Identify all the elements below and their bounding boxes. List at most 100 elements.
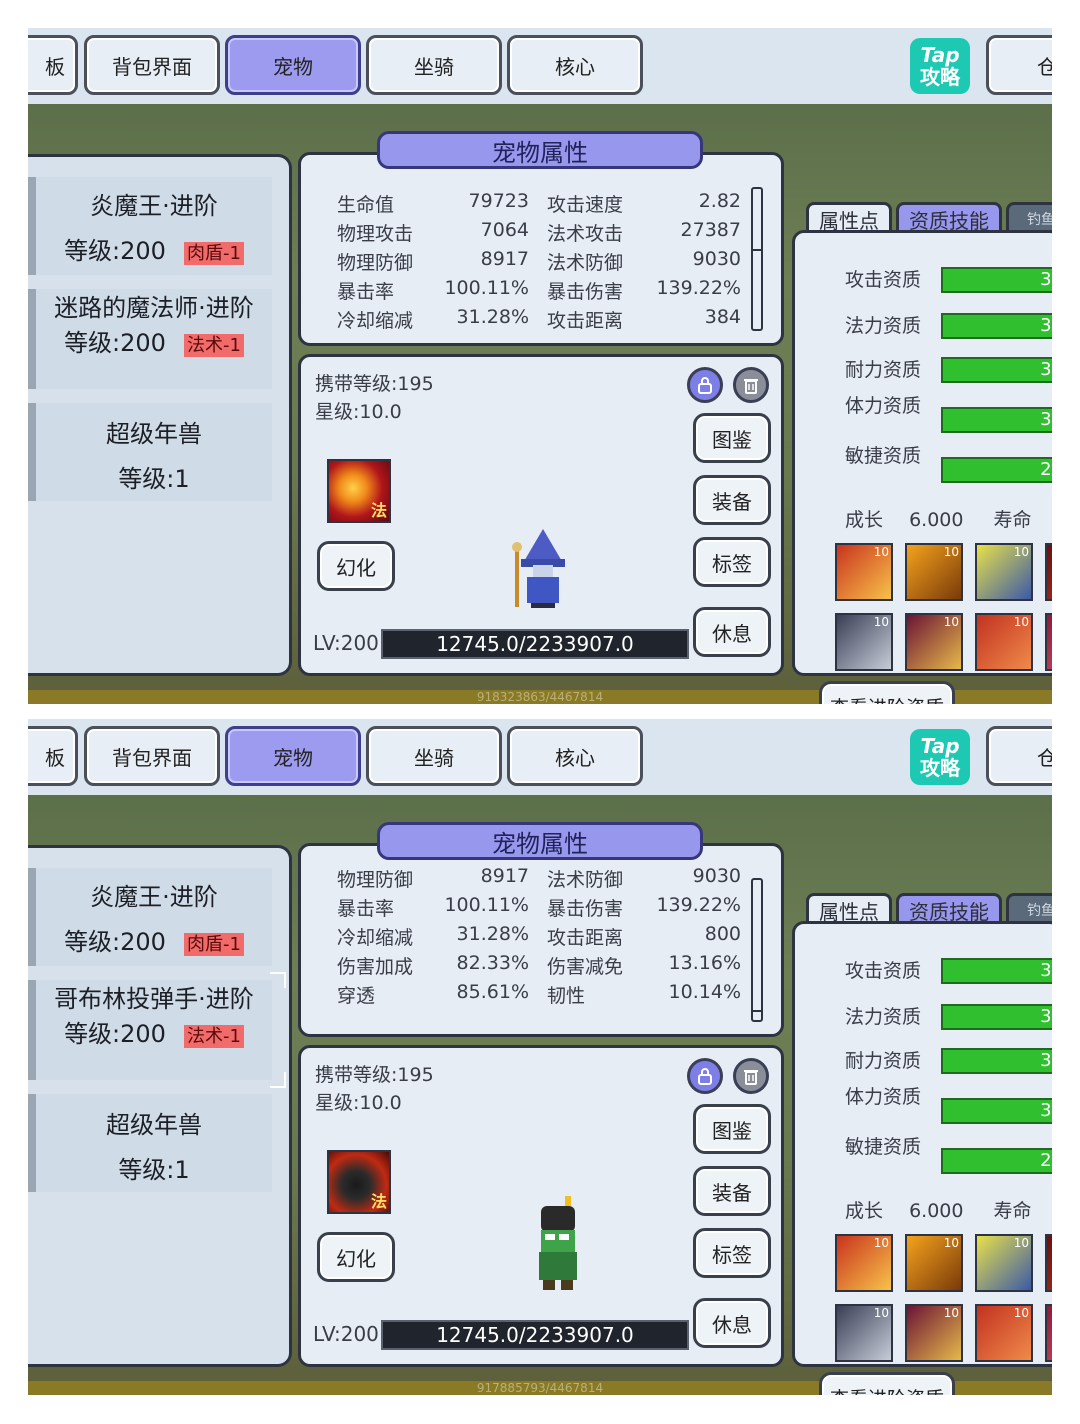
stat-value: 8917 [480, 865, 529, 887]
stat-row: 生命值 79723 攻击速度 2.82 [337, 190, 745, 219]
aptitude-label: 攻击资质 [845, 269, 922, 291]
skill-level-number: 10 [943, 545, 959, 559]
stats-scroll-thumb[interactable] [751, 189, 763, 251]
armored-knight-skill-icon[interactable]: 10 [975, 1234, 1033, 1292]
golden-warrior-skill-icon[interactable]: 10 [905, 543, 963, 601]
wizard-pet-icon [512, 529, 565, 608]
stat-row: 冷却缩减 31.28% 攻击距离 800 [337, 923, 745, 952]
stat-label: 韧性 [547, 985, 586, 1007]
pet-skill-icon[interactable]: 法 [327, 459, 391, 523]
tab-pet[interactable]: 宠物 [225, 35, 361, 95]
red-skill-icon[interactable] [1045, 543, 1052, 601]
stat-label: 暴击率 [337, 898, 395, 920]
growth-label: 成长 [845, 509, 884, 531]
tab-pet[interactable]: 宠物 [225, 726, 361, 786]
fire-beast-skill-icon[interactable]: 10 [835, 1234, 893, 1292]
tab-mount[interactable]: 坐骑 [366, 726, 502, 786]
rest-button[interactable]: 休息 [693, 607, 771, 657]
tab-warehouse[interactable]: 仓 [986, 726, 1052, 786]
pet-list-item-selected[interactable]: 迷路的魔法师·进阶 等级:200 法术-1 [28, 289, 272, 389]
lock-button[interactable] [687, 1058, 723, 1094]
flame-sword-skill-icon[interactable]: 10 [975, 613, 1033, 671]
pet-list-item[interactable]: 超级年兽 等级:1 [28, 403, 272, 501]
flame-sword-skill-icon[interactable]: 10 [975, 1304, 1033, 1362]
tab-mount[interactable]: 坐骑 [366, 35, 502, 95]
tag-button[interactable]: 标签 [693, 1228, 771, 1278]
carry-level: 携带等级:195 [315, 1064, 434, 1086]
stat-label: 生命值 [337, 194, 395, 216]
stat-value: 800 [704, 923, 741, 945]
aptitude-bar: 34 [941, 1004, 1052, 1030]
star-level: 星级:10.0 [315, 1092, 402, 1114]
crimson-skill-icon[interactable] [1045, 1304, 1052, 1362]
stat-label: 冷却缩减 [337, 927, 414, 949]
top-tab-bar: 板 背包界面 宠物 坐骑 核心 Tap 攻略 仓 [28, 719, 1052, 795]
stat-value: 31.28% [456, 306, 529, 328]
tap-guide-logo[interactable]: Tap 攻略 [910, 729, 970, 785]
codex-button[interactable]: 图鉴 [693, 413, 771, 463]
skill-level-number: 10 [1013, 615, 1029, 629]
pet-sprite [527, 1196, 587, 1300]
tab-warehouse[interactable]: 仓 [986, 35, 1052, 95]
tab-panel[interactable]: 板 [28, 35, 78, 95]
tab-core[interactable]: 核心 [507, 35, 643, 95]
rest-button[interactable]: 休息 [693, 1298, 771, 1348]
wing-crest-skill-icon[interactable]: 10 [905, 1304, 963, 1362]
wing-crest-skill-icon[interactable]: 10 [905, 613, 963, 671]
growth-value: 6.000 [909, 509, 964, 531]
illusion-button[interactable]: 幻化 [317, 1232, 395, 1282]
delete-button[interactable] [733, 1058, 769, 1094]
stats-scroll-thumb[interactable] [751, 950, 763, 1012]
skill-level-number: 10 [943, 615, 959, 629]
pet-list-item-selected[interactable]: 哥布林投弹手·进阶 等级:200 法术-1 [28, 972, 286, 1088]
stat-label: 穿透 [337, 985, 376, 1007]
view-advanced-aptitude-button[interactable]: 查看进阶资质 [819, 1372, 955, 1395]
red-skill-icon[interactable] [1045, 1234, 1052, 1292]
armored-knight-skill-icon[interactable]: 10 [975, 543, 1033, 601]
shield-wall-skill-icon[interactable]: 10 [835, 613, 893, 671]
tab-panel[interactable]: 板 [28, 726, 78, 786]
pet-list-item[interactable]: 超级年兽 等级:1 [28, 1094, 272, 1192]
tab-core[interactable]: 核心 [507, 726, 643, 786]
stats-scrollbar[interactable] [751, 187, 763, 331]
illusion-button[interactable]: 幻化 [317, 541, 395, 591]
delete-button[interactable] [733, 367, 769, 403]
golden-warrior-skill-icon[interactable]: 10 [905, 1234, 963, 1292]
codex-button[interactable]: 图鉴 [693, 1104, 771, 1154]
tap-guide-logo[interactable]: Tap 攻略 [910, 38, 970, 94]
aptitude-label: 体力资质 [845, 1086, 922, 1108]
tag-button[interactable]: 标签 [693, 537, 771, 587]
tab-bag[interactable]: 背包界面 [84, 35, 220, 95]
pet-skill-icon[interactable]: 法 [327, 1150, 391, 1214]
stat-value: 79723 [468, 190, 529, 212]
crimson-skill-icon[interactable] [1045, 613, 1052, 671]
equipment-button[interactable]: 装备 [693, 1166, 771, 1216]
aptitude-row: 攻击资质 32 [795, 261, 1052, 301]
aptitude-bar: 31 [941, 1048, 1052, 1074]
pet-list-panel: 炎魔王·进阶 等级:200 肉盾-1 迷路的魔法师·进阶 等级:200 法术-1 超… [28, 154, 292, 676]
equipment-button[interactable]: 装备 [693, 475, 771, 525]
tab-bag[interactable]: 背包界面 [84, 726, 220, 786]
stat-value: 27387 [680, 219, 741, 241]
skill-level-number: 10 [873, 545, 889, 559]
aptitude-row: 法力资质 34 [795, 998, 1052, 1038]
view-advanced-aptitude-button[interactable]: 查看进阶资质 [819, 681, 955, 704]
shield-wall-skill-icon[interactable]: 10 [835, 1304, 893, 1362]
pet-attributes-title: 宠物属性 [377, 822, 703, 860]
pet-name: 炎魔王·进阶 [90, 883, 218, 911]
skill-level-number: 10 [1013, 1236, 1029, 1250]
aptitude-label: 敏捷资质 [845, 445, 922, 467]
stats-scrollbar[interactable] [751, 878, 763, 1022]
screenshot-wizard: 板 背包界面 宠物 坐骑 核心 Tap 攻略 仓 918323863/44678… [28, 28, 1052, 704]
stat-label: 暴击率 [337, 281, 395, 303]
stat-row: 物理防御 8917 法术防御 9030 [337, 248, 745, 277]
pet-list-item[interactable]: 炎魔王·进阶 等级:200 肉盾-1 [28, 177, 272, 275]
aptitude-row: 耐力资质 31 [795, 351, 1052, 391]
fire-beast-skill-icon[interactable]: 10 [835, 543, 893, 601]
lock-icon [698, 1068, 712, 1085]
pet-role-tag: 法术-1 [183, 1025, 244, 1048]
growth-line: 成长 6.000 寿命 [845, 1196, 1032, 1223]
lock-button[interactable] [687, 367, 723, 403]
pet-list-item[interactable]: 炎魔王·进阶 等级:200 肉盾-1 [28, 868, 272, 966]
tap-logo-subtext: 攻略 [920, 65, 960, 89]
